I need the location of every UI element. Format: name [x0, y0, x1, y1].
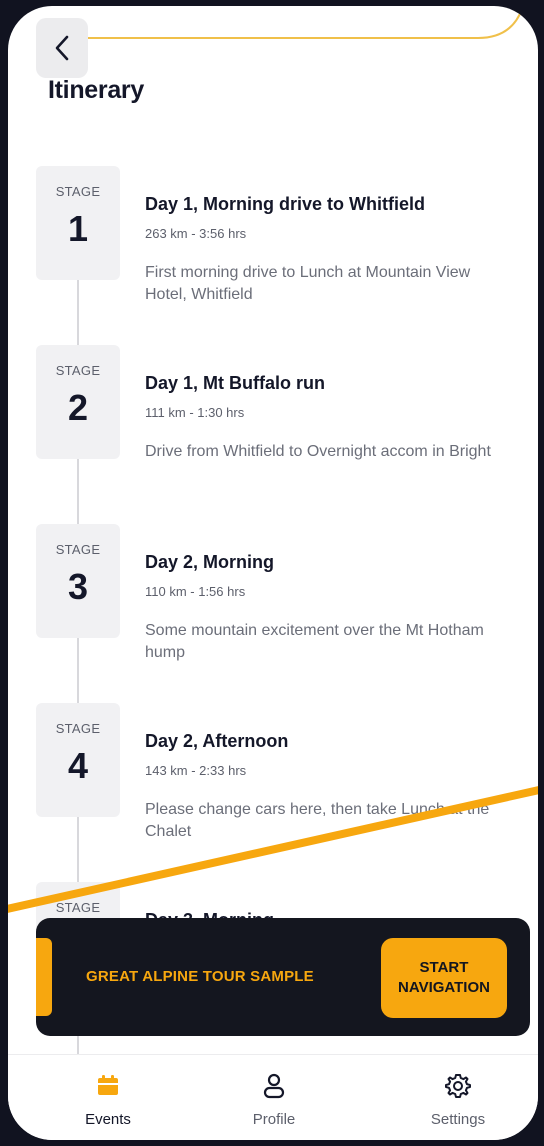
- stage-badge: STAGE 1: [36, 166, 120, 280]
- gear-icon: [445, 1074, 471, 1098]
- chevron-left-icon: [55, 35, 69, 61]
- stage-distance-time: 111 km - 1:30 hrs: [145, 405, 245, 420]
- stage-label: STAGE: [55, 184, 101, 199]
- event-name: GREAT ALPINE TOUR SAMPLE: [86, 968, 314, 985]
- tab-label: Settings: [430, 1111, 486, 1128]
- stage-number: 3: [67, 566, 89, 607]
- tab-profile[interactable]: Profile: [214, 1055, 334, 1140]
- stage-number: 4: [67, 745, 89, 786]
- banner-accent: [36, 938, 52, 1016]
- stage-number: 1: [67, 208, 89, 249]
- person-icon: [263, 1073, 285, 1099]
- stage-badge: STAGE 3: [36, 524, 120, 638]
- stage-description: First morning drive to Lunch at Mountain…: [145, 264, 471, 303]
- phone-screen: Itinerary STAGE 1 Day 1, Morning drive t…: [8, 6, 538, 1140]
- stage-description: Some mountain excitement over the Mt Hot…: [145, 622, 484, 661]
- tab-events[interactable]: Events: [48, 1055, 168, 1140]
- stage-badge: STAGE 4: [36, 703, 120, 817]
- stage-distance-time: 110 km - 1:56 hrs: [145, 584, 246, 599]
- stage-title: Day 2, Morning: [145, 552, 275, 572]
- tab-label: Events: [85, 1111, 131, 1128]
- bottom-tab-bar: Events Profile Settings: [8, 1054, 538, 1140]
- stage-label: STAGE: [55, 363, 101, 378]
- calendar-icon: [98, 1075, 118, 1095]
- stage-label: STAGE: [55, 542, 101, 557]
- stage-description: Drive from Whitfield to Overnight accom …: [145, 443, 491, 460]
- stage-label: STAGE: [55, 721, 101, 736]
- back-button[interactable]: [36, 18, 88, 78]
- tab-settings[interactable]: Settings: [398, 1055, 518, 1140]
- stage-description: Please change cars here, then take Lunch…: [145, 801, 490, 840]
- stage-title: Day 2, Afternoon: [145, 731, 289, 751]
- stage-badge: STAGE 2: [36, 345, 120, 459]
- start-navigation-button[interactable]: START NAVIGATION: [381, 938, 507, 1018]
- stage-distance-time: 143 km - 2:33 hrs: [145, 763, 247, 778]
- tab-label: Profile: [252, 1111, 296, 1128]
- stage-number: 2: [67, 387, 89, 428]
- stage-label: STAGE: [55, 900, 101, 915]
- page-title: Itinerary: [48, 76, 144, 104]
- stage-title: Day 1, Mt Buffalo run: [145, 373, 326, 393]
- event-banner: GREAT ALPINE TOUR SAMPLE START NAVIGATIO…: [36, 918, 530, 1036]
- stage-title: Day 1, Morning drive to Whitfield: [145, 194, 426, 214]
- stage-distance-time: 263 km - 3:56 hrs: [145, 226, 247, 241]
